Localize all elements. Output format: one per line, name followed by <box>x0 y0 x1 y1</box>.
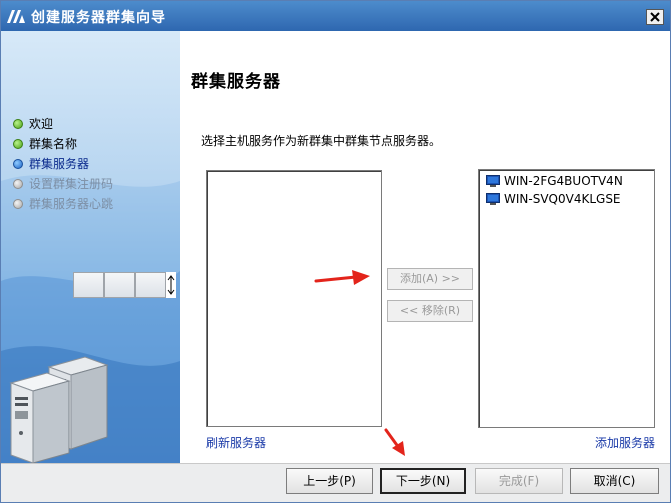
title-bar[interactable]: 创建服务器群集向导 <box>1 1 670 31</box>
step-label: 设置群集注册码 <box>29 177 114 191</box>
cancel-button[interactable]: 取消(C) <box>570 468 659 494</box>
resize-handle-icon[interactable] <box>166 272 176 298</box>
step-cluster-name: 群集名称 <box>13 134 113 154</box>
add-button[interactable]: 添加(A) >> <box>387 268 473 290</box>
wizard-sidebar: 欢迎 群集名称 群集服务器 设置群集注册码 群集服务器心跳 <box>1 31 180 463</box>
app-logo-icon <box>7 10 25 23</box>
red-arrow-annotation-icon <box>384 428 405 456</box>
step-heartbeat: 群集服务器心跳 <box>13 194 113 214</box>
page-heading: 群集服务器 <box>191 72 281 92</box>
list-item[interactable]: WIN-2FG4BUOTV4N <box>479 172 654 190</box>
wizard-steps: 欢迎 群集名称 群集服务器 设置群集注册码 群集服务器心跳 <box>13 114 113 214</box>
red-arrow-annotation-icon <box>314 270 370 285</box>
list-item[interactable]: WIN-SVQ0V4KLGSE <box>479 190 654 208</box>
available-servers-list[interactable] <box>206 170 382 427</box>
wizard-window: 创建服务器群集向导 欢迎 群集名称 群集服务器 设置群集注册码 群集服务器心跳 … <box>0 0 671 503</box>
step-welcome: 欢迎 <box>13 114 113 134</box>
refresh-servers-link[interactable]: 刷新服务器 <box>206 434 266 451</box>
close-icon <box>650 12 660 22</box>
instruction-text: 选择主机服务作为新群集中群集节点服务器。 <box>201 134 442 148</box>
sidebar-segment-control <box>73 272 180 300</box>
finish-button[interactable]: 完成(F) <box>475 468 563 494</box>
close-button[interactable] <box>646 9 664 25</box>
computer-icon <box>486 193 500 205</box>
double-arrow-icon <box>167 275 175 295</box>
servers-illustration-icon <box>9 356 109 463</box>
step-label: 欢迎 <box>29 117 54 131</box>
segment <box>73 272 104 298</box>
step-current-icon <box>13 159 23 169</box>
step-complete-icon <box>13 119 23 129</box>
computer-icon <box>486 175 500 187</box>
selected-servers-list[interactable]: WIN-2FG4BUOTV4N WIN-SVQ0V4KLGSE <box>478 169 655 428</box>
segment <box>135 272 166 298</box>
step-cluster-servers: 群集服务器 <box>13 154 113 174</box>
window-title: 创建服务器群集向导 <box>31 10 166 26</box>
add-server-link[interactable]: 添加服务器 <box>595 434 655 451</box>
step-label: 群集服务器 <box>29 157 90 171</box>
step-complete-icon <box>13 139 23 149</box>
segment <box>104 272 135 298</box>
step-label: 群集服务器心跳 <box>29 197 114 211</box>
step-pending-icon <box>13 199 23 209</box>
step-pending-icon <box>13 179 23 189</box>
next-button[interactable]: 下一步(N) <box>380 468 466 494</box>
server-name: WIN-2FG4BUOTV4N <box>504 174 623 188</box>
remove-button[interactable]: << 移除(R) <box>387 300 473 322</box>
step-label: 群集名称 <box>29 137 78 151</box>
previous-button[interactable]: 上一步(P) <box>286 468 373 494</box>
step-registration-code: 设置群集注册码 <box>13 174 113 194</box>
server-name: WIN-SVQ0V4KLGSE <box>504 192 621 206</box>
